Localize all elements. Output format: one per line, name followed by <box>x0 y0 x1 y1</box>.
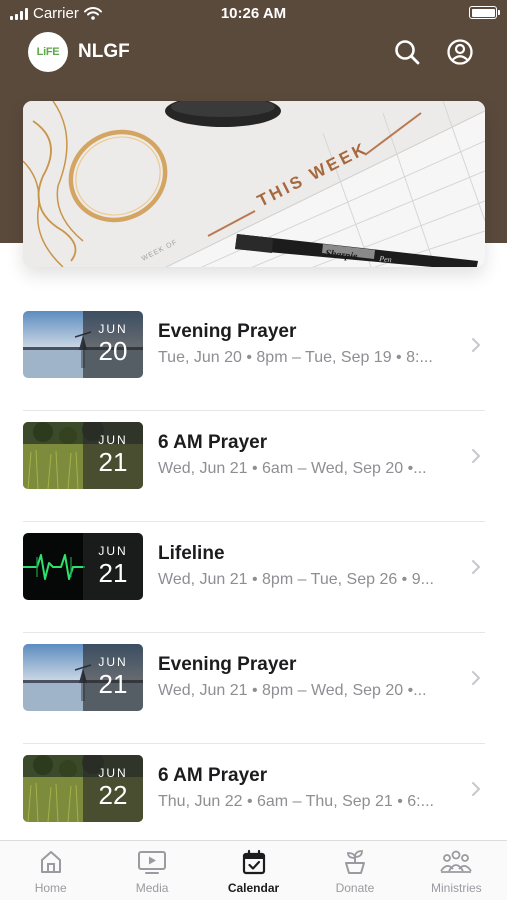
chevron-right-icon <box>472 671 480 685</box>
chevron-right-icon <box>472 449 480 463</box>
group-icon <box>440 850 473 873</box>
tab-label: Home <box>34 881 67 895</box>
date-badge: JUN 20 <box>83 311 143 378</box>
event-thumbnail: JUN 21 <box>23 422 143 489</box>
banner-pen-model: Pen <box>378 254 392 264</box>
event-title: Evening Prayer <box>158 321 297 342</box>
tab-label: Calendar <box>227 881 280 895</box>
event-title: 6 AM Prayer <box>158 765 268 786</box>
event-subtitle: Wed, Jun 21 • 6am – Wed, Sep 20 •... <box>158 460 427 477</box>
event-thumbnail: JUN 22 <box>23 755 143 822</box>
media-icon <box>138 851 167 874</box>
date-badge: JUN 21 <box>83 533 143 600</box>
featured-banner[interactable]: THIS WEEK WEEK OF Sharpie Pen <box>23 101 485 267</box>
date-day: 22 <box>98 780 128 810</box>
event-row[interactable]: JUN 21 Lifeline Wed, Jun 21 • 8pm – Tue,… <box>0 522 507 633</box>
date-month: JUN <box>98 544 128 558</box>
event-thumbnail: JUN 20 <box>23 311 143 378</box>
event-row[interactable]: JUN 22 6 AM Prayer Thu, Jun 22 • 6am – T… <box>0 744 507 855</box>
tab-label: Media <box>135 881 169 895</box>
date-day: 21 <box>98 558 128 588</box>
tab-bar: Home Media Calendar Donate Ministries <box>0 840 507 900</box>
banner-image: THIS WEEK WEEK OF Sharpie Pen <box>23 101 485 267</box>
event-row[interactable]: JUN 20 Evening Prayer Tue, Jun 20 • 8pm … <box>0 300 507 411</box>
tab-label: Donate <box>335 881 375 895</box>
tab-media[interactable]: Media <box>101 841 202 900</box>
chevron-right-icon <box>472 560 480 574</box>
date-month: JUN <box>98 766 128 780</box>
plant-icon <box>344 850 365 874</box>
tab-home[interactable]: Home <box>0 841 101 900</box>
event-subtitle: Wed, Jun 21 • 8pm – Wed, Sep 20 •... <box>158 682 427 699</box>
date-badge: JUN 21 <box>83 644 143 711</box>
chevron-right-icon <box>472 338 480 352</box>
chevron-right-icon <box>472 782 480 796</box>
search-icon <box>395 40 420 65</box>
status-bar: Carrier 10:26 AM <box>0 0 507 28</box>
event-thumbnail: JUN 21 <box>23 644 143 711</box>
date-month: JUN <box>98 322 128 336</box>
date-day: 21 <box>98 669 128 699</box>
app-title: NLGF <box>78 41 130 62</box>
event-title: Lifeline <box>158 543 225 564</box>
event-subtitle: Tue, Jun 20 • 8pm – Tue, Sep 19 • 8:... <box>158 349 433 366</box>
event-title: Evening Prayer <box>158 654 297 675</box>
event-thumbnail: JUN 21 <box>23 533 143 600</box>
tab-label: Ministries <box>430 881 482 895</box>
event-title: 6 AM Prayer <box>158 432 268 453</box>
date-day: 21 <box>98 447 128 477</box>
app-header: LiFE NLGF <box>0 30 507 76</box>
date-month: JUN <box>98 433 128 447</box>
date-day: 20 <box>98 336 128 366</box>
event-row[interactable]: JUN 21 6 AM Prayer Wed, Jun 21 • 6am – W… <box>0 411 507 522</box>
date-month: JUN <box>98 655 128 669</box>
battery-icon <box>469 6 500 19</box>
app-logo[interactable]: LiFE <box>28 32 68 72</box>
home-icon <box>40 851 61 873</box>
user-circle-icon <box>447 39 473 65</box>
event-subtitle: Thu, Jun 22 • 6am – Thu, Sep 21 • 6:... <box>158 793 434 810</box>
tab-donate[interactable]: Donate <box>304 841 405 900</box>
event-subtitle: Wed, Jun 21 • 8pm – Tue, Sep 26 • 9... <box>158 571 434 588</box>
event-row[interactable]: JUN 21 Evening Prayer Wed, Jun 21 • 8pm … <box>0 633 507 744</box>
account-button[interactable] <box>444 36 476 68</box>
tab-calendar[interactable]: Calendar <box>203 841 304 900</box>
logo-text: LiFE <box>36 46 60 58</box>
status-time: 10:26 AM <box>220 5 287 22</box>
date-badge: JUN 22 <box>83 755 143 822</box>
date-badge: JUN 21 <box>83 422 143 489</box>
tab-ministries[interactable]: Ministries <box>406 841 507 900</box>
search-button[interactable] <box>391 36 423 68</box>
calendar-icon <box>242 849 265 875</box>
